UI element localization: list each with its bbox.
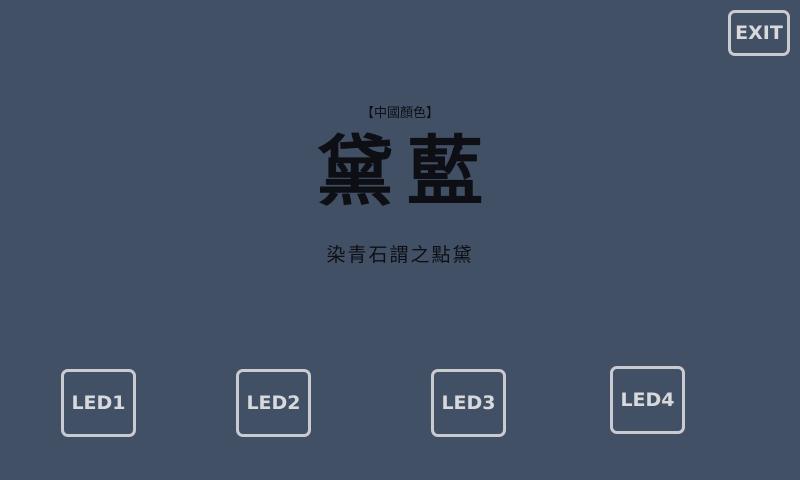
led4-button[interactable]: LED4 xyxy=(610,366,685,434)
color-description: 染青石謂之點黛 xyxy=(326,244,474,266)
color-category-label: 【中國顏色】 xyxy=(360,106,439,121)
exit-button[interactable]: EXIT xyxy=(728,10,790,56)
main-screen: EXIT 【中國顏色】 黛藍 染青石謂之點黛 LED1 LED2 LED3 LE… xyxy=(0,0,800,480)
color-card: 【中國顏色】 黛藍 染青石謂之點黛 xyxy=(250,104,550,274)
led3-button[interactable]: LED3 xyxy=(431,369,506,437)
led1-button[interactable]: LED1 xyxy=(61,369,136,437)
color-name-title: 黛藍 xyxy=(317,127,497,216)
led2-button[interactable]: LED2 xyxy=(236,369,311,437)
